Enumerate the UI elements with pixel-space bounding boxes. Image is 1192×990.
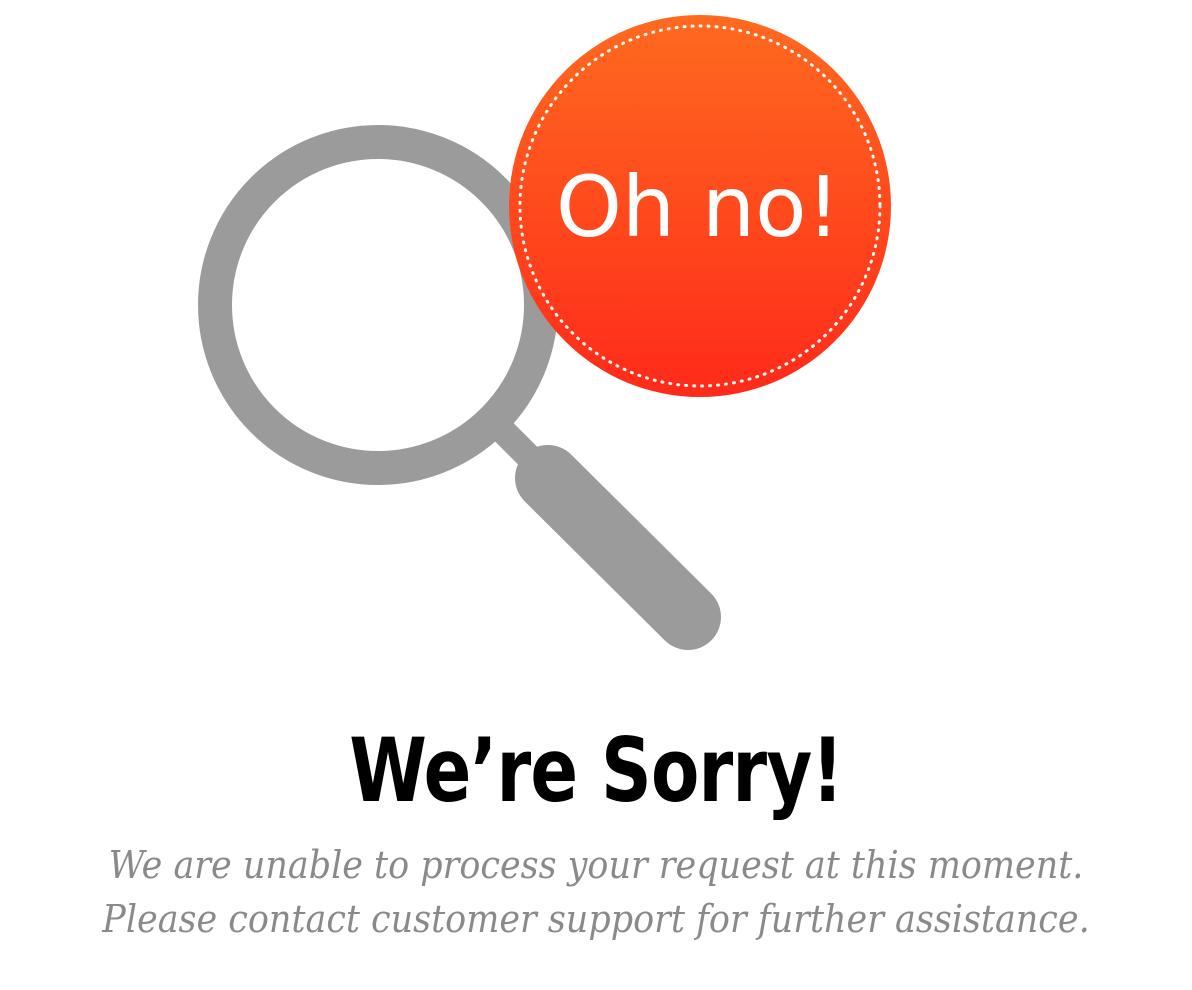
error-illustration: Oh no!: [198, 15, 891, 650]
error-page: Oh no! We’re Sorry! We are unable to pro…: [0, 0, 1192, 990]
badge-label: Oh no!: [556, 158, 840, 256]
page-title: We’re Sorry!: [349, 719, 843, 822]
error-message: We are unable to process your request at…: [102, 843, 1090, 941]
oh-no-badge-icon: Oh no!: [509, 15, 891, 397]
